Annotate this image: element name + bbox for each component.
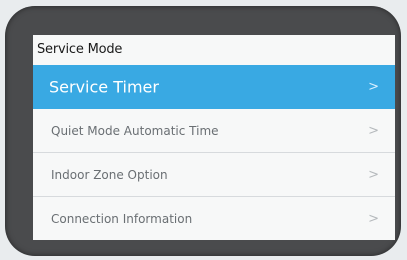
device-bezel: Service Mode Service Timer > Quiet Mode …: [5, 6, 401, 256]
chevron-right-icon: >: [368, 167, 379, 182]
menu-item-label: Quiet Mode Automatic Time: [51, 123, 219, 138]
menu-item-quiet-mode-automatic-time[interactable]: Quiet Mode Automatic Time >: [33, 109, 395, 153]
chevron-right-icon: >: [368, 123, 379, 138]
title-bar: Service Mode: [33, 35, 395, 65]
menu-item-indoor-zone-option[interactable]: Indoor Zone Option >: [33, 153, 395, 197]
menu-item-label: Connection Information: [51, 211, 193, 226]
chevron-right-icon: >: [368, 211, 379, 226]
chevron-right-icon: >: [368, 79, 379, 95]
menu-item-label: Indoor Zone Option: [51, 167, 168, 182]
menu-item-connection-information[interactable]: Connection Information >: [33, 197, 395, 240]
display-screen: Service Mode Service Timer > Quiet Mode …: [33, 35, 395, 240]
page-title: Service Mode: [37, 42, 123, 57]
menu-item-service-timer[interactable]: Service Timer >: [33, 65, 395, 109]
menu-item-label: Service Timer: [49, 77, 159, 97]
